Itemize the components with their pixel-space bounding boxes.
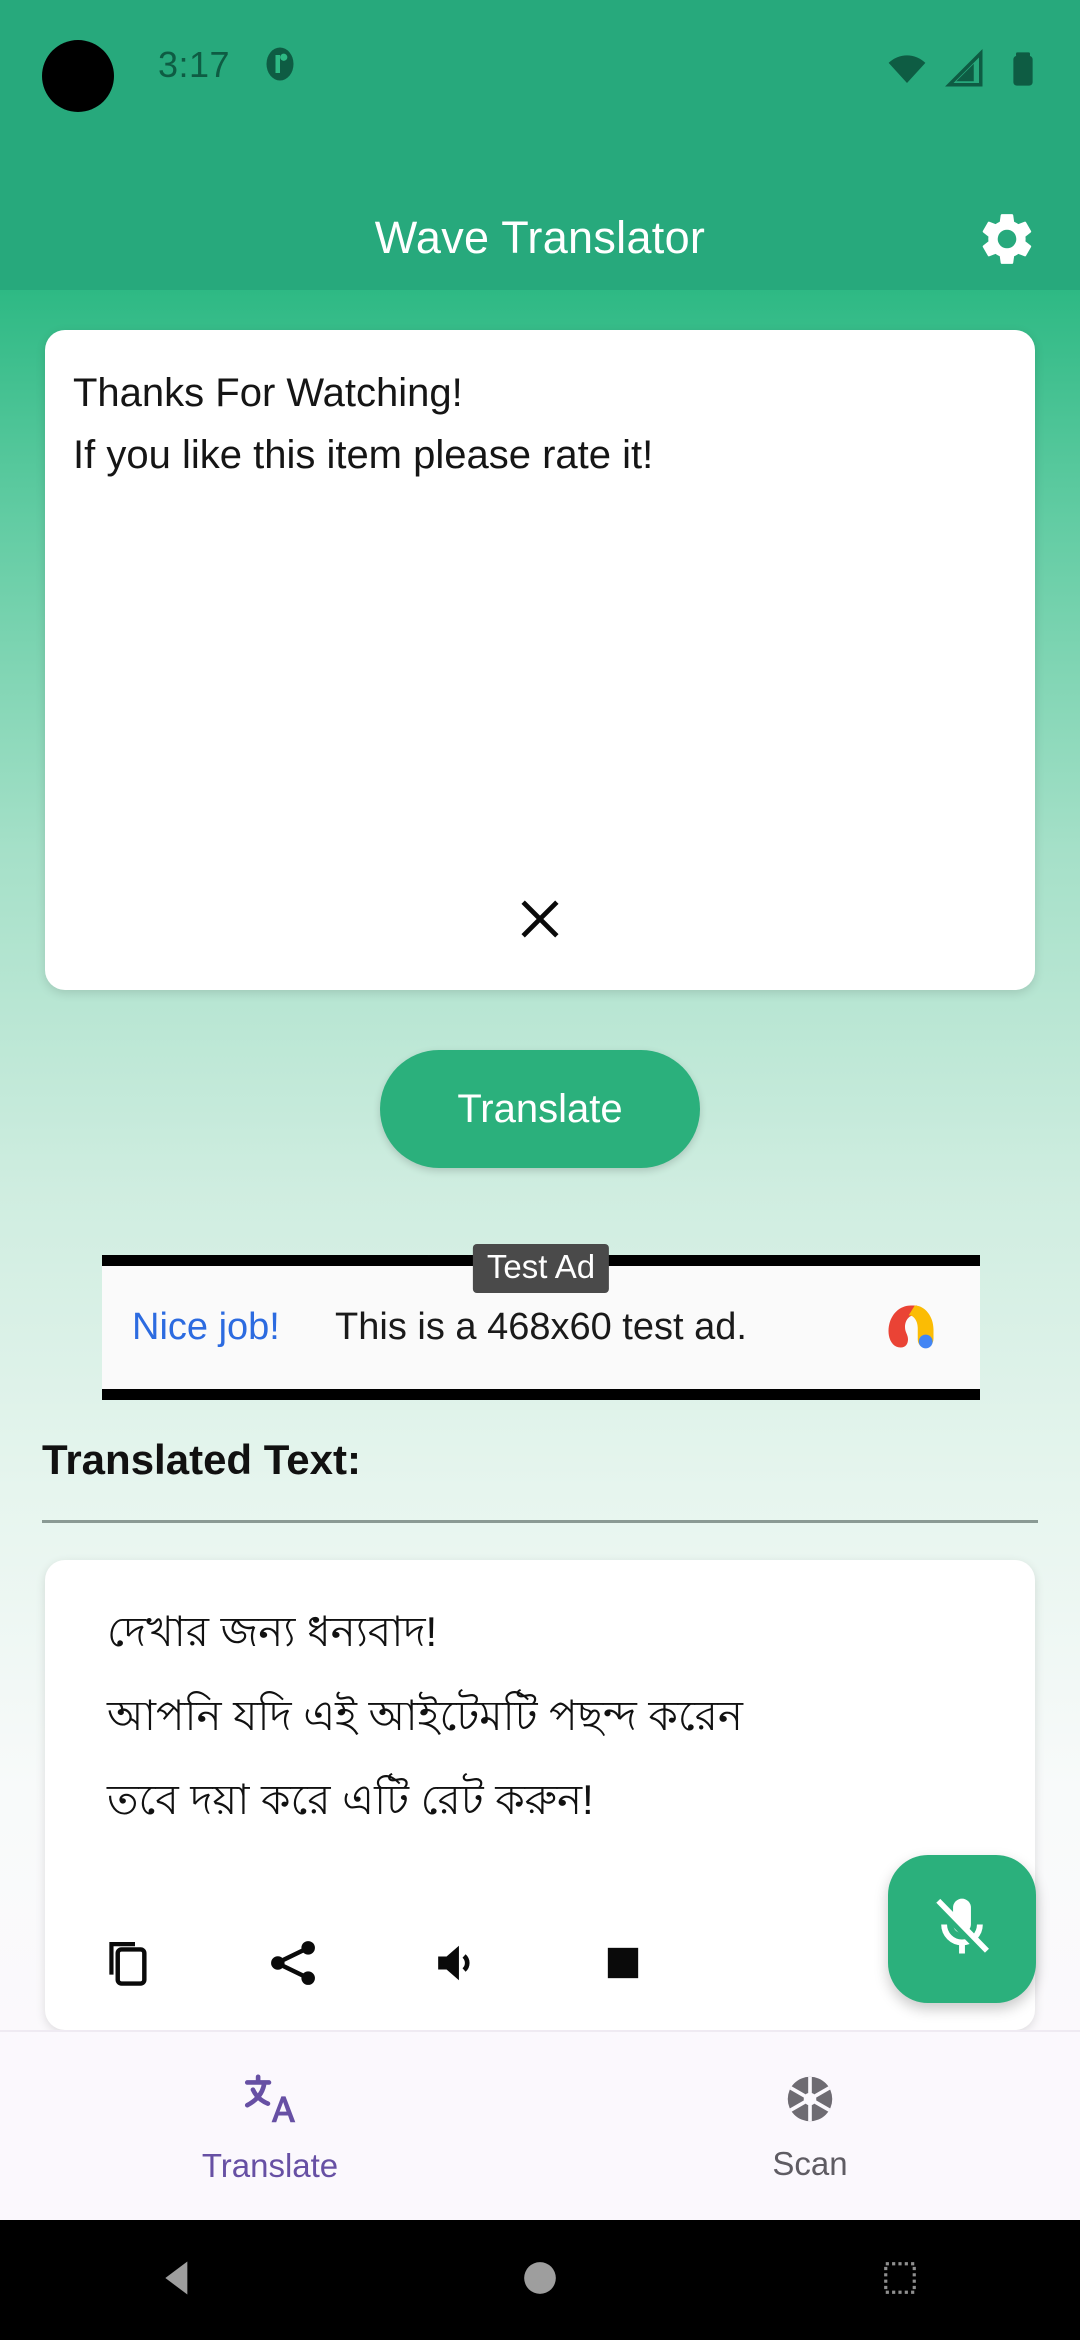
bottom-navigation: Translate Scan bbox=[0, 2030, 1080, 2220]
admob-logo-icon bbox=[878, 1292, 950, 1364]
battery-full-icon bbox=[1002, 48, 1044, 95]
stop-button[interactable] bbox=[540, 1935, 705, 1996]
status-bar-icons bbox=[886, 48, 1044, 95]
divider bbox=[42, 1520, 1038, 1523]
translate-button[interactable]: Translate bbox=[380, 1050, 700, 1168]
camera-aperture-icon bbox=[781, 2070, 839, 2133]
android-home-button[interactable] bbox=[360, 2259, 720, 2302]
android-recents-button[interactable] bbox=[720, 2259, 1080, 2302]
ad-bottom-rule bbox=[102, 1389, 980, 1400]
ad-test-badge: Test Ad bbox=[472, 1244, 610, 1293]
gear-icon bbox=[976, 208, 1038, 275]
ad-banner-body[interactable]: Test Ad Nice job! This is a 468x60 test … bbox=[102, 1244, 980, 1389]
ad-banner[interactable]: Test Ad Nice job! This is a 468x60 test … bbox=[102, 1244, 980, 1400]
stop-icon bbox=[595, 1935, 651, 1996]
copy-button[interactable] bbox=[45, 1935, 210, 1996]
translated-text-label: Translated Text: bbox=[42, 1436, 361, 1483]
translation-actions bbox=[45, 1935, 705, 1996]
nav-label-translate: Translate bbox=[201, 2146, 339, 2184]
share-button[interactable] bbox=[210, 1935, 375, 1996]
notification-dot-icon bbox=[262, 46, 298, 82]
speaker-icon bbox=[430, 1935, 486, 1996]
back-triangle-icon bbox=[158, 2256, 202, 2305]
app-bar: Wave Translator bbox=[0, 120, 1080, 290]
speak-button[interactable] bbox=[375, 1935, 540, 1996]
page-title: Wave Translator bbox=[374, 212, 706, 263]
share-icon bbox=[265, 1935, 321, 1996]
nav-item-scan[interactable]: Scan bbox=[540, 2032, 1080, 2220]
android-back-button[interactable] bbox=[0, 2256, 360, 2305]
status-bar-time: 3:17 bbox=[158, 44, 231, 85]
home-circle-icon bbox=[521, 2259, 559, 2302]
recents-square-icon bbox=[881, 2259, 919, 2302]
status-bar: 3:17 bbox=[0, 0, 1080, 120]
translated-text-card: দেখার জন্য ধন্যবাদ! আপনি যদি এই আইটেমটি … bbox=[45, 1560, 1035, 2030]
wifi-icon bbox=[886, 48, 928, 95]
source-text-input[interactable]: Thanks For Watching! If you like this it… bbox=[73, 362, 1007, 486]
nav-label-scan: Scan bbox=[772, 2144, 848, 2182]
nav-item-translate[interactable]: Translate bbox=[0, 2032, 540, 2220]
translate-icon bbox=[239, 2068, 301, 2135]
close-icon bbox=[514, 893, 566, 950]
ad-main-text: This is a 468x60 test ad. bbox=[335, 1306, 747, 1348]
camera-punch-hole bbox=[42, 40, 114, 112]
cellular-signal-icon bbox=[944, 48, 986, 95]
phone-screen: 3:17 Wave Translator Thanks For Watching… bbox=[0, 0, 1080, 2340]
copy-icon bbox=[100, 1935, 156, 1996]
microphone-fab[interactable] bbox=[888, 1855, 1036, 2003]
settings-button[interactable] bbox=[962, 196, 1052, 286]
source-text-card[interactable]: Thanks For Watching! If you like this it… bbox=[45, 330, 1035, 990]
mic-off-icon bbox=[925, 1890, 999, 1969]
clear-text-button[interactable] bbox=[505, 886, 575, 956]
android-navigation-bar bbox=[0, 2220, 1080, 2340]
translated-text-output: দেখার জন্য ধন্যবাদ! আপনি যদি এই আইটেমটি … bbox=[107, 1608, 743, 1823]
